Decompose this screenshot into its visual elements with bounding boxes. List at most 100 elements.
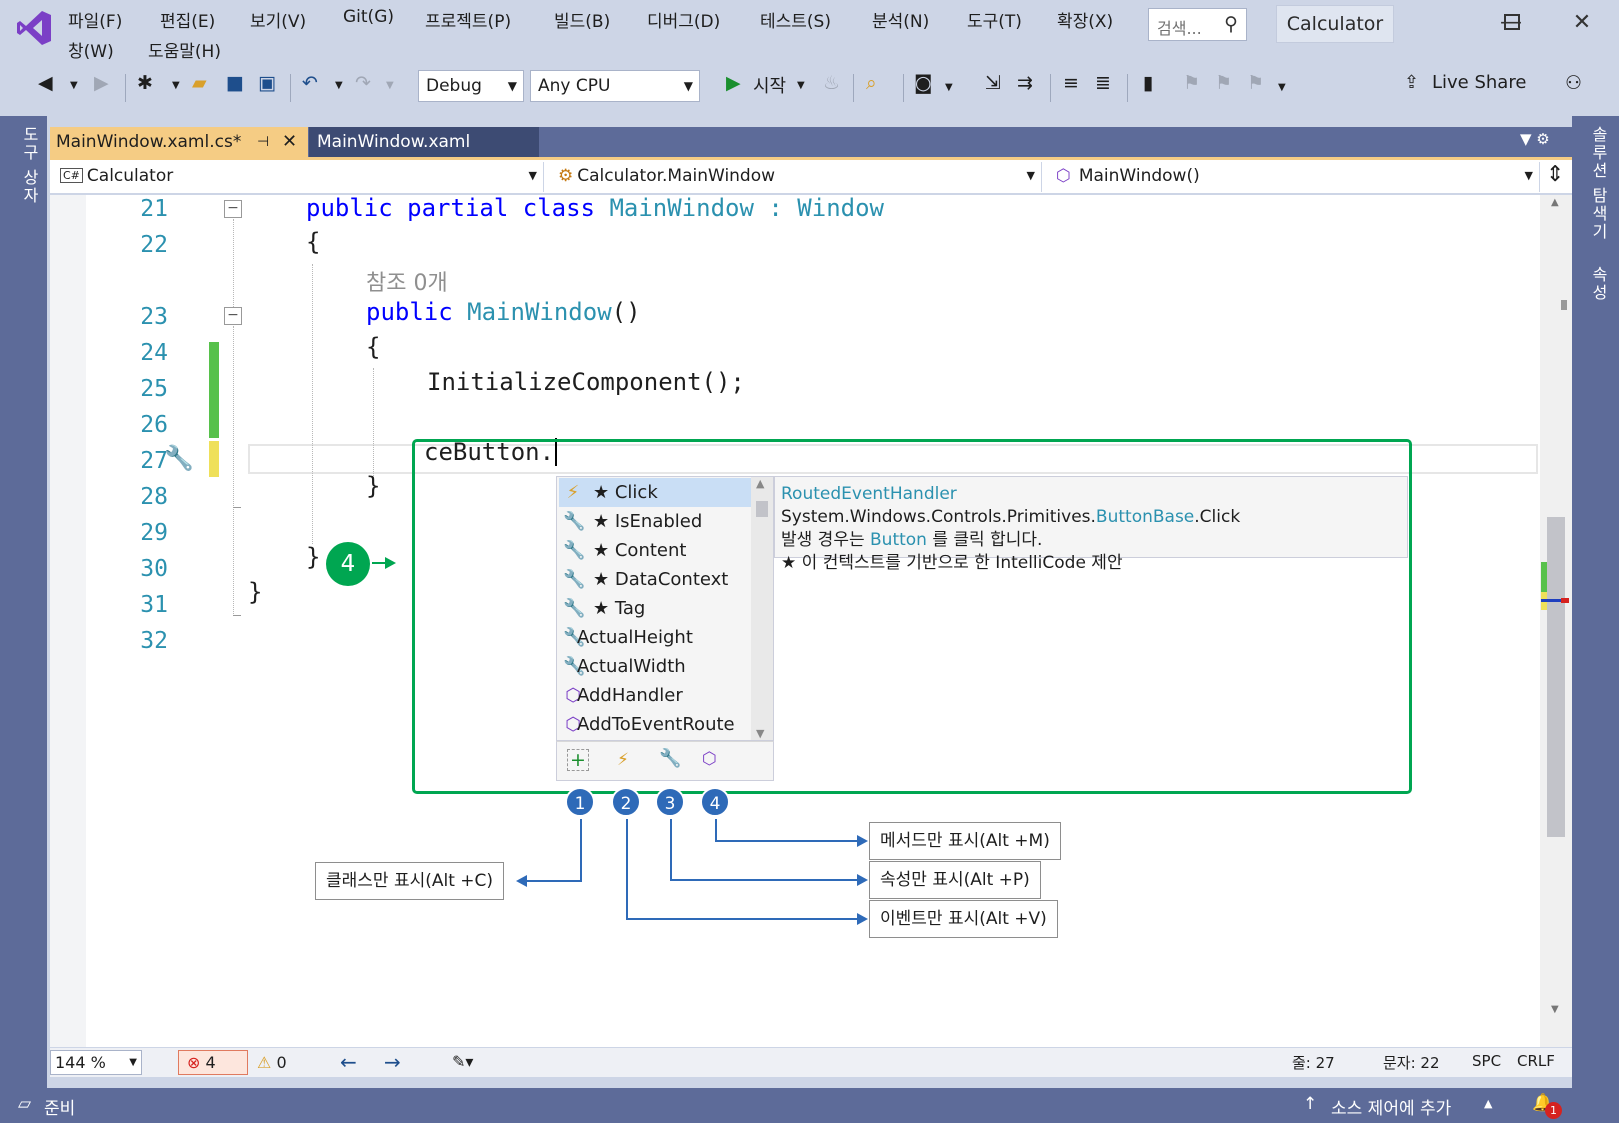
menu-build[interactable]: 빌드(B) bbox=[554, 7, 610, 32]
split-window-icon[interactable]: ⇕ bbox=[1546, 162, 1564, 187]
properties-tab[interactable]: 속성 bbox=[1586, 266, 1610, 302]
find-in-files-icon[interactable]: ⌕ bbox=[866, 72, 877, 94]
back-icon[interactable]: ◀ bbox=[38, 72, 53, 94]
line-ending[interactable]: CRLF bbox=[1517, 1052, 1555, 1070]
whitespace-mode[interactable]: SPC bbox=[1472, 1052, 1501, 1070]
scrollbar-thumb[interactable] bbox=[756, 501, 768, 517]
search-input[interactable]: 검색... ⚲ bbox=[1148, 8, 1247, 41]
solution-platform-select[interactable]: Any CPU ▼ bbox=[530, 70, 700, 102]
toolbar-overflow-icon[interactable]: ▼ bbox=[1278, 82, 1286, 93]
bookmark-icon[interactable]: ▮ bbox=[1143, 72, 1153, 94]
collapse-icon[interactable]: − bbox=[224, 307, 242, 325]
completion-item[interactable]: 🔧 ActualHeight bbox=[559, 623, 751, 652]
warning-count-button[interactable]: ⚠ 0 bbox=[257, 1053, 287, 1072]
forward-icon[interactable]: ▶ bbox=[94, 72, 109, 94]
step-into-icon[interactable]: ⇲ bbox=[985, 72, 1001, 94]
code-cleanup-icon[interactable]: ✎▾ bbox=[452, 1052, 473, 1071]
feedback-icon[interactable]: ⚇ bbox=[1565, 72, 1582, 94]
menu-window[interactable]: 창(W) bbox=[68, 37, 114, 62]
completion-item[interactable]: ⚡ ★ Click bbox=[559, 478, 751, 507]
toolbox-tab[interactable]: 도구 상자 bbox=[17, 126, 41, 205]
menu-analyze[interactable]: 분석(N) bbox=[872, 7, 929, 32]
completion-item[interactable]: 🔧 ★ Tag bbox=[559, 594, 751, 623]
quick-actions-screwdriver-icon[interactable]: 🔧 bbox=[164, 444, 194, 472]
error-count-button[interactable]: ⊗ 4 bbox=[178, 1050, 248, 1075]
scroll-up-icon[interactable]: ▲ bbox=[756, 477, 764, 490]
close-tab-icon[interactable]: ✕ bbox=[282, 127, 297, 157]
completion-item-label: ★ DataContext bbox=[593, 569, 729, 590]
scroll-down-icon[interactable]: ▼ bbox=[1551, 1004, 1559, 1015]
tab-mainwindow-xaml-cs[interactable]: MainWindow.xaml.cs* ⊣ ✕ bbox=[50, 127, 308, 157]
prev-bookmark-icon[interactable]: ⚑ bbox=[1183, 72, 1200, 94]
redo-dropdown-icon[interactable]: ▼ bbox=[386, 80, 394, 91]
menu-view[interactable]: 보기(V) bbox=[250, 7, 306, 32]
menu-file[interactable]: 파일(F) bbox=[68, 7, 122, 32]
member-dropdown[interactable]: ⬡ MainWindow() ▼ bbox=[1050, 162, 1540, 192]
callout-marker-1: 1 bbox=[565, 787, 595, 817]
completion-item[interactable]: ⬡ AddToEventRoute bbox=[559, 710, 751, 739]
new-item-dropdown-icon[interactable]: ▼ bbox=[172, 80, 180, 91]
clear-bookmarks-icon[interactable]: ⚑ bbox=[1247, 72, 1264, 94]
live-share-icon[interactable]: ⇪ bbox=[1404, 72, 1419, 93]
add-to-source-control[interactable]: 소스 제어에 추가 bbox=[1331, 1094, 1451, 1119]
pin-icon[interactable]: ⊣ bbox=[257, 127, 269, 157]
back-dropdown-icon[interactable]: ▼ bbox=[70, 80, 78, 91]
start-button[interactable]: 시작 bbox=[753, 72, 786, 98]
tooltip-desc-type: Button bbox=[870, 530, 927, 550]
uncomment-icon[interactable]: ≣ bbox=[1095, 72, 1111, 94]
open-folder-icon[interactable]: ▰ bbox=[192, 72, 207, 94]
start-dropdown-icon[interactable]: ▼ bbox=[797, 80, 805, 91]
undo-dropdown-icon[interactable]: ▼ bbox=[335, 80, 343, 91]
next-bookmark-icon[interactable]: ⚑ bbox=[1215, 72, 1232, 94]
comment-icon[interactable]: ≡ bbox=[1063, 72, 1079, 94]
next-issue-icon[interactable]: → bbox=[384, 1050, 401, 1074]
menu-project[interactable]: 프로젝트(P) bbox=[425, 7, 511, 32]
completion-item-label: AddHandler bbox=[577, 685, 683, 706]
property-filter-icon[interactable]: 🔧 bbox=[659, 748, 681, 769]
menu-extensions[interactable]: 확장(X) bbox=[1057, 7, 1113, 32]
chevron-up-icon[interactable]: ▲ bbox=[1484, 1097, 1492, 1110]
menu-test[interactable]: 테스트(S) bbox=[760, 7, 831, 32]
visual-studio-logo[interactable] bbox=[14, 8, 54, 48]
class-filter-icon[interactable]: + bbox=[567, 749, 589, 771]
zoom-select[interactable]: 144 % ▼ bbox=[50, 1050, 142, 1075]
type-dropdown[interactable]: ⚙ Calculator.MainWindow ▼ bbox=[552, 162, 1042, 192]
event-filter-icon[interactable]: ⚡ bbox=[617, 750, 629, 770]
screenshot-icon[interactable]: ◙ bbox=[914, 72, 932, 94]
menu-debug[interactable]: 디버그(D) bbox=[647, 7, 720, 32]
tab-overflow-icon[interactable]: ▼ ⚙ bbox=[1520, 130, 1550, 148]
menu-edit[interactable]: 편집(E) bbox=[160, 7, 215, 32]
scroll-up-icon[interactable]: ▲ bbox=[1551, 197, 1559, 208]
previous-issue-icon[interactable]: ← bbox=[340, 1050, 357, 1074]
completion-item[interactable]: 🔧 ActualWidth bbox=[559, 652, 751, 681]
project-dropdown[interactable]: C# Calculator ▼ bbox=[54, 162, 544, 192]
undo-icon[interactable]: ↶ bbox=[302, 72, 318, 94]
completion-item[interactable]: 🔧 ★ DataContext bbox=[559, 565, 751, 594]
menu-help[interactable]: 도움말(H) bbox=[148, 37, 221, 62]
codelens-references[interactable]: 참조 0개 bbox=[366, 265, 448, 297]
close-icon[interactable]: ✕ bbox=[1567, 10, 1597, 35]
redo-icon[interactable]: ↷ bbox=[355, 72, 371, 94]
toolbar-overflow-icon[interactable]: ▼ bbox=[945, 82, 953, 93]
completion-item[interactable]: ⬡ AddHandler bbox=[559, 681, 751, 710]
save-icon[interactable]: ■ bbox=[226, 72, 244, 94]
live-share-button[interactable]: Live Share bbox=[1432, 72, 1526, 93]
menu-git[interactable]: Git(G) bbox=[343, 7, 394, 27]
tab-mainwindow-xaml[interactable]: MainWindow.xaml bbox=[309, 127, 539, 157]
completion-item[interactable]: 🔧 ★ Content bbox=[559, 536, 751, 565]
scroll-down-icon[interactable]: ▼ bbox=[756, 727, 764, 740]
collapse-icon[interactable]: − bbox=[224, 200, 242, 218]
completion-item[interactable]: 🔧 ★ IsEnabled bbox=[559, 507, 751, 536]
solution-configuration-select[interactable]: Debug ▼ bbox=[418, 70, 524, 102]
scrollbar-thumb[interactable] bbox=[1547, 517, 1565, 837]
completion-list[interactable]: ⚡ ★ Click 🔧 ★ IsEnabled 🔧 ★ Content 🔧 ★ … bbox=[556, 476, 774, 741]
step-over-icon[interactable]: ⇉ bbox=[1017, 72, 1033, 94]
hot-reload-icon[interactable]: ♨ bbox=[823, 72, 840, 94]
completion-scrollbar[interactable]: ▲ ▼ bbox=[751, 477, 773, 740]
new-item-icon[interactable]: ✱ bbox=[137, 72, 153, 94]
solution-explorer-tab[interactable]: 솔루션 탐색기 bbox=[1586, 126, 1610, 241]
menu-tools[interactable]: 도구(T) bbox=[967, 7, 1022, 32]
method-filter-icon[interactable]: ⬡ bbox=[702, 749, 717, 769]
save-all-icon[interactable]: ▣ bbox=[258, 72, 276, 94]
start-icon[interactable]: ▶ bbox=[726, 72, 741, 94]
